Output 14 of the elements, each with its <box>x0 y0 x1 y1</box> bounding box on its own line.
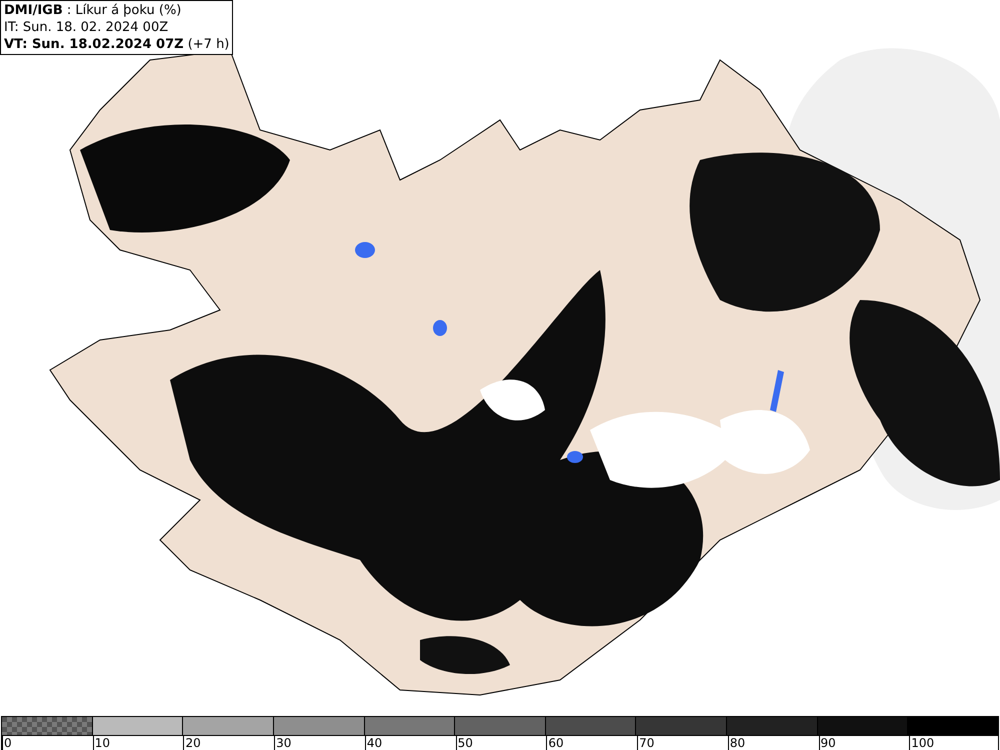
legend-tick-label: 10 <box>92 736 110 750</box>
header-line: IT: Sun. 18. 02. 2024 00Z <box>4 19 170 36</box>
header-line: VT: Sun. 18.02.2024 07Z (+7 h) <box>4 36 230 53</box>
legend-tick-label: 80 <box>728 736 746 750</box>
legend-tick-label: 50 <box>456 736 473 750</box>
legend-tick-label: 0 <box>2 736 12 750</box>
legend-tick-label: 90 <box>818 736 836 750</box>
header-line: DMI/IGB : Líkur á þoku (%) <box>4 2 182 19</box>
legend-tick-label: 100 <box>909 736 934 750</box>
legend-tick-label: 30 <box>274 736 292 750</box>
legend-tick-label: 70 <box>637 736 654 750</box>
legend-tick-label: 60 <box>546 736 564 750</box>
legend-tick-label: 40 <box>364 736 382 750</box>
legend-tick-label: 20 <box>183 736 201 750</box>
